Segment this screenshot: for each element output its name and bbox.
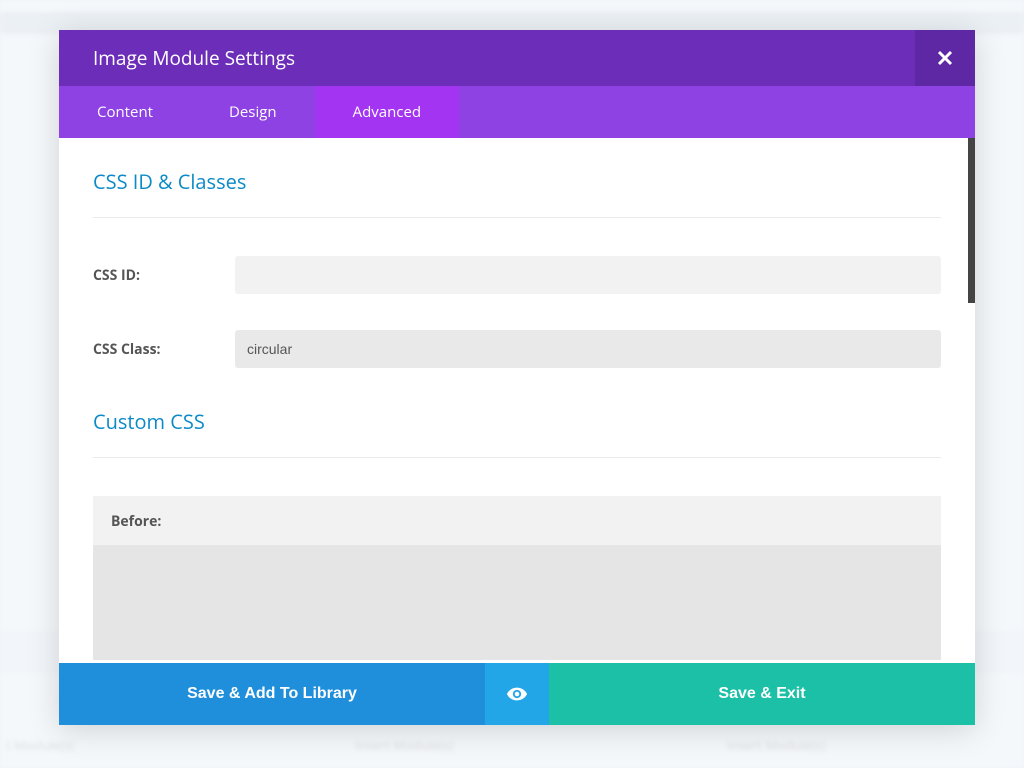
input-css-id[interactable] (235, 256, 941, 294)
settings-modal: Image Module Settings Content Design Adv… (59, 30, 975, 725)
tab-content[interactable]: Content (59, 86, 191, 138)
custom-css-section: Custom CSS Before: (93, 408, 941, 660)
section-title-css-id-classes: CSS ID & Classes (93, 168, 941, 195)
label-css-id: CSS ID: (93, 266, 235, 285)
css-textarea-before[interactable] (93, 545, 941, 660)
input-css-class[interactable] (235, 330, 941, 368)
save-add-to-library-button[interactable]: Save & Add To Library (59, 663, 485, 725)
tab-design[interactable]: Design (191, 86, 315, 138)
css-box-label-before: Before: (111, 512, 923, 531)
tabs-bar: Content Design Advanced (59, 86, 975, 138)
field-row-css-id: CSS ID: (93, 256, 941, 294)
label-css-class: CSS Class: (93, 340, 235, 359)
close-button[interactable] (915, 30, 975, 86)
divider (93, 457, 941, 458)
css-box-before: Before: (93, 496, 941, 660)
close-icon (937, 50, 953, 66)
divider (93, 217, 941, 218)
field-row-css-class: CSS Class: (93, 330, 941, 368)
save-exit-button[interactable]: Save & Exit (549, 663, 975, 725)
modal-title: Image Module Settings (93, 45, 295, 71)
modal-body: CSS ID & Classes CSS ID: CSS Class: Cust… (59, 138, 975, 663)
modal-header: Image Module Settings (59, 30, 975, 86)
tab-advanced[interactable]: Advanced (315, 86, 459, 138)
bg-text: Insert Module(s) (355, 736, 453, 754)
bg-text: Insert Module(s) (727, 736, 825, 754)
bg-text: t Module(s) (6, 736, 74, 754)
section-title-custom-css: Custom CSS (93, 408, 941, 435)
preview-button[interactable] (485, 663, 549, 725)
eye-icon (506, 683, 528, 705)
modal-footer: Save & Add To Library Save & Exit (59, 663, 975, 725)
scrollbar[interactable] (968, 138, 975, 303)
